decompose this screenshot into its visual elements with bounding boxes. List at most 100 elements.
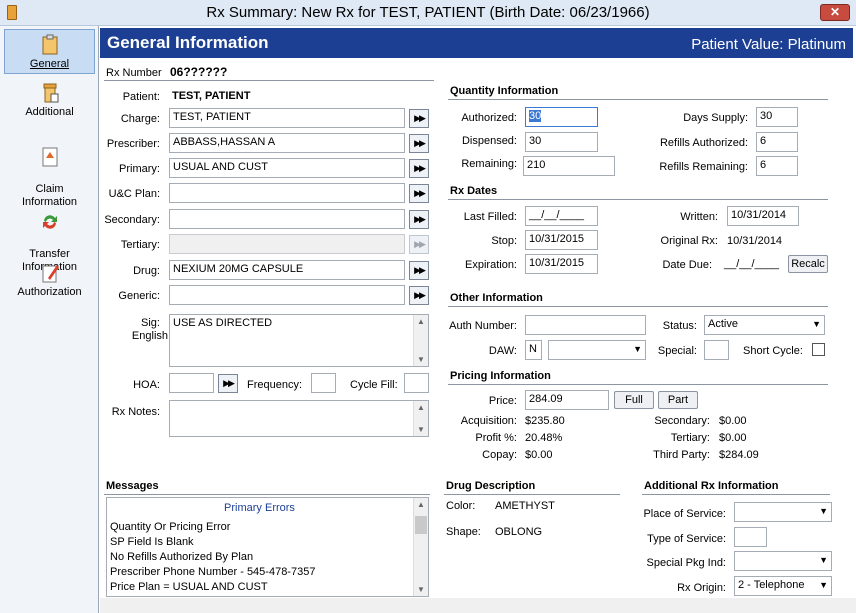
secondary-lookup-button[interactable]: ▶▶ xyxy=(409,210,429,229)
last-filled-field[interactable]: __/__/____ xyxy=(525,206,598,226)
secondary-field[interactable] xyxy=(169,209,405,229)
stop-label: Stop: xyxy=(491,235,517,247)
quantity-section-title: Quantity Information xyxy=(450,85,559,97)
profit-label: Profit %: xyxy=(475,432,517,444)
uc-plan-field[interactable] xyxy=(169,183,405,203)
sidebar-item-additional[interactable]: Additional xyxy=(4,82,95,122)
place-of-service-label: Place of Service: xyxy=(643,508,726,520)
sidebar-item-transfer-information[interactable]: Transfer Information xyxy=(4,198,95,273)
written-label: Written: xyxy=(680,211,718,223)
authorization-pen-icon xyxy=(42,265,59,283)
close-button[interactable]: ✕ xyxy=(820,4,850,21)
acquisition-label: Acquisition: xyxy=(460,415,517,427)
uc-plan-lookup-button[interactable]: ▶▶ xyxy=(409,184,429,203)
copay-value: $0.00 xyxy=(525,449,553,461)
stop-field[interactable]: 10/31/2015 xyxy=(525,230,598,250)
original-rx-value: 10/31/2014 xyxy=(727,235,783,247)
tertiary-label: Tertiary: xyxy=(120,239,160,251)
drug-field[interactable]: NEXIUM 20MG CAPSULE xyxy=(169,260,405,280)
additional-rx-section-title: Additional Rx Information xyxy=(644,480,779,492)
dispensed-field[interactable]: 30 xyxy=(525,132,598,152)
refills-remaining-field[interactable]: 6 xyxy=(756,156,798,176)
full-button[interactable]: Full xyxy=(614,391,654,409)
sidebar-item-authorization[interactable]: Authorization xyxy=(4,262,95,302)
frequency-field[interactable] xyxy=(311,373,336,393)
rx-notes-textarea[interactable]: ▲ ▼ xyxy=(169,400,429,437)
rx-notes-label: Rx Notes: xyxy=(111,406,160,418)
drug-lookup-button[interactable]: ▶▶ xyxy=(409,261,429,280)
price-field[interactable]: 284.09 xyxy=(525,390,609,410)
recalc-button[interactable]: Recalc xyxy=(788,255,828,273)
primary-field[interactable]: USUAL AND CUST xyxy=(169,158,405,178)
patient-value: Patient Value: Platinum xyxy=(691,36,846,53)
tertiary-field xyxy=(169,234,405,254)
divider xyxy=(448,199,828,200)
acquisition-value: $235.80 xyxy=(525,415,565,427)
clipboard-icon xyxy=(42,34,57,55)
auth-number-field[interactable] xyxy=(525,315,646,335)
rx-origin-select[interactable]: 2 - Telephone ▼ xyxy=(734,576,832,596)
sig-textarea[interactable]: USE AS DIRECTED ▲ ▼ xyxy=(169,314,429,367)
short-cycle-label: Short Cycle: xyxy=(743,345,803,357)
place-of-service-select[interactable]: ▼ xyxy=(734,502,832,522)
daw-select[interactable]: ▼ xyxy=(548,340,646,360)
hoa-lookup-button[interactable]: ▶▶ xyxy=(218,374,238,393)
scroll-thumb[interactable] xyxy=(415,516,427,534)
prescriber-label: Prescriber: xyxy=(106,138,160,150)
remaining-field[interactable]: 210 xyxy=(523,156,615,176)
messages-list[interactable]: Primary Errors Quantity Or Pricing Error… xyxy=(106,497,429,597)
authorized-field[interactable]: 30 xyxy=(525,107,598,127)
expiration-field[interactable]: 10/31/2015 xyxy=(525,254,598,274)
messages-scrollbar[interactable]: ▲ ▼ xyxy=(413,498,428,596)
status-select[interactable]: Active ▼ xyxy=(704,315,825,335)
special-field[interactable] xyxy=(704,340,729,360)
rx-notes-scrollbar[interactable]: ▲ ▼ xyxy=(413,401,428,436)
charge-field[interactable]: TEST, PATIENT xyxy=(169,108,405,128)
rx-origin-value: 2 - Telephone xyxy=(738,579,805,591)
sidebar-item-general[interactable]: General xyxy=(4,29,95,74)
authorized-value: 30 xyxy=(529,110,542,122)
generic-field[interactable] xyxy=(169,285,405,305)
type-of-service-field[interactable] xyxy=(734,527,767,547)
message-line: Price Plan = USUAL AND CUST xyxy=(110,581,268,593)
divider xyxy=(444,494,620,495)
profit-value: 20.48% xyxy=(525,432,563,444)
hoa-field[interactable] xyxy=(169,373,214,393)
divider xyxy=(448,99,828,100)
secondary-label: Secondary: xyxy=(104,214,160,226)
prescriber-field[interactable]: ABBASS,HASSAN A xyxy=(169,133,405,153)
window-title: Rx Summary: New Rx for TEST, PATIENT (Bi… xyxy=(206,4,650,21)
color-label: Color: xyxy=(446,500,476,512)
message-line: Prescriber Phone Number - 545-478-7357 xyxy=(110,566,316,578)
charge-lookup-button[interactable]: ▶▶ xyxy=(409,109,429,128)
days-supply-label: Days Supply: xyxy=(683,112,748,124)
divider xyxy=(448,384,828,385)
days-supply-field[interactable]: 30 xyxy=(756,107,798,127)
divider xyxy=(448,306,828,307)
sidebar-item-label: Additional xyxy=(25,106,74,118)
auth-number-label: Auth Number: xyxy=(449,320,517,332)
cycle-fill-field[interactable] xyxy=(404,373,429,393)
generic-lookup-button[interactable]: ▶▶ xyxy=(409,286,429,305)
transfer-arrows-icon xyxy=(42,215,57,229)
special-pkg-select[interactable]: ▼ xyxy=(734,551,832,571)
written-field[interactable]: 10/31/2014 xyxy=(727,206,799,226)
drug-description-section-title: Drug Description xyxy=(446,480,536,492)
original-rx-label: Original Rx: xyxy=(660,235,718,247)
sidebar-item-claim-information[interactable]: Claim Information xyxy=(4,133,95,208)
date-due-value[interactable]: __/__/____ xyxy=(724,258,779,270)
prescriber-lookup-button[interactable]: ▶▶ xyxy=(409,134,429,153)
daw-field[interactable]: N xyxy=(525,340,542,360)
refills-authorized-field[interactable]: 6 xyxy=(756,132,798,152)
uc-plan-label: U&C Plan: xyxy=(108,188,160,200)
page-title: General Information xyxy=(107,33,269,52)
special-pkg-label: Special Pkg Ind: xyxy=(646,557,727,569)
primary-lookup-button[interactable]: ▶▶ xyxy=(409,159,429,178)
divider xyxy=(104,494,430,495)
rx-number-label: Rx Number xyxy=(106,67,162,79)
part-button[interactable]: Part xyxy=(658,391,698,409)
short-cycle-checkbox[interactable] xyxy=(812,343,825,356)
message-line: SP Field Is Blank xyxy=(110,536,194,548)
sig-scrollbar[interactable]: ▲ ▼ xyxy=(413,315,428,366)
patient-label: Patient: xyxy=(122,91,160,103)
